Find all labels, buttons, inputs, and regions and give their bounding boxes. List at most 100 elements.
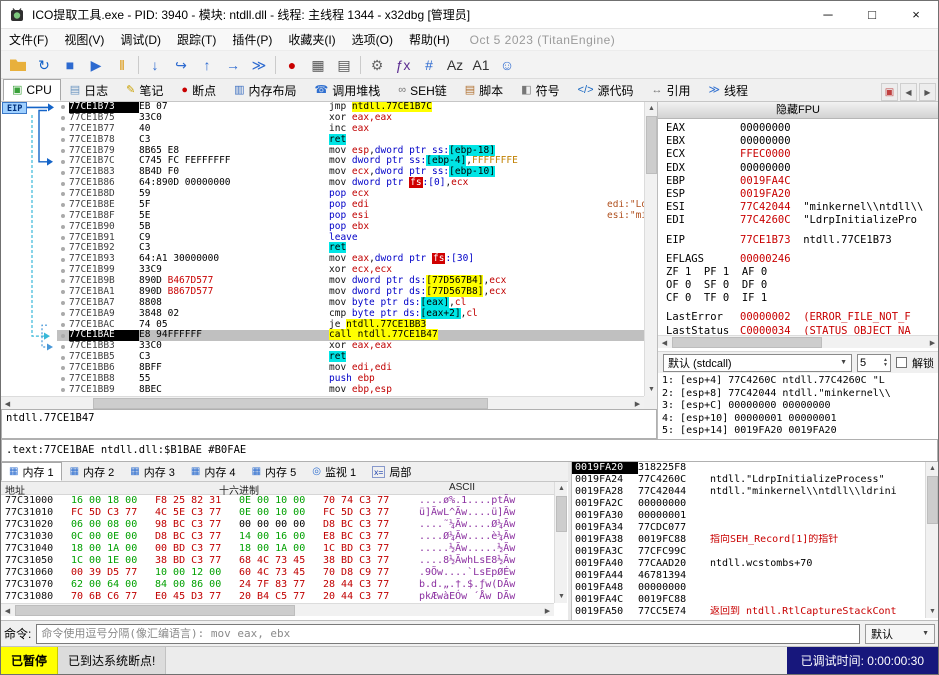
menu-help[interactable]: 帮助(H) — [401, 29, 458, 51]
step-into-button[interactable]: ↓ — [142, 53, 168, 77]
breakpoint-dot[interactable] — [57, 279, 69, 283]
register-row-edi[interactable]: EDI 77C4260C "LdrpInitializePro — [666, 214, 938, 227]
scroll-down-icon[interactable]: ▼ — [926, 605, 938, 618]
tab-scroll-right-button[interactable]: ▶ — [919, 83, 936, 101]
animate-button[interactable]: ≫ — [246, 53, 272, 77]
scroll-right-icon[interactable]: ▶ — [926, 336, 938, 349]
assembler-button[interactable]: A1 — [468, 53, 494, 77]
menu-debug[interactable]: 调试(D) — [112, 29, 169, 51]
title-bar[interactable]: ICO提取工具.exe - PID: 3940 - 模块: ntdll.dll … — [1, 1, 938, 29]
breakpoint-dot[interactable] — [57, 258, 69, 262]
stop-button[interactable]: ■ — [57, 53, 83, 77]
argument-row[interactable]: 5: [esp+14] 0019FA20 0019FA20 — [662, 425, 938, 438]
tab-script[interactable]: ▤ 脚本 — [456, 79, 512, 101]
breakpoint-dot[interactable] — [57, 160, 69, 164]
tab-breakpoints[interactable]: ● 断点 — [172, 79, 225, 101]
breakpoint-dot[interactable] — [57, 247, 69, 251]
breakpoint-dot[interactable] — [57, 269, 69, 273]
stack-row[interactable]: 0019FA44 46781394 — [572, 570, 926, 582]
dump-tab-dump4[interactable]: ▦ 内存 4 — [183, 462, 244, 481]
breakpoint-dot[interactable] — [57, 192, 69, 196]
breakpoint-dot[interactable] — [57, 182, 69, 186]
patches-button[interactable]: # — [416, 53, 442, 77]
maximize-button[interactable]: □ — [850, 1, 894, 29]
argument-row[interactable]: 1: [esp+4] 77C4260C ntdll.77C4260C "L — [662, 375, 938, 388]
tab-symbols[interactable]: ◧ 符号 — [512, 79, 568, 101]
breakpoint-dot[interactable] — [57, 225, 69, 229]
run-button[interactable]: ▶ — [83, 53, 109, 77]
tab-call-stack[interactable]: ☎ 调用堆栈 — [306, 79, 390, 101]
tab-source[interactable]: </> 源代码 — [569, 79, 643, 101]
tab-notes[interactable]: ✎ 笔记 — [117, 79, 172, 101]
command-convention-select[interactable]: 默认 ▼ — [865, 623, 935, 644]
calculator-button[interactable]: ƒx — [390, 53, 416, 77]
stack-row[interactable]: 0019FA38 0019FC88 指向SEH_Record[1]的指针 — [572, 534, 926, 546]
tab-scroll-left-button[interactable]: ◀ — [900, 83, 917, 101]
breakpoint-dot[interactable] — [57, 290, 69, 294]
tab-references[interactable]: ↔ 引用 — [643, 79, 700, 101]
breakpoint-dot[interactable] — [57, 138, 69, 142]
stack-row[interactable]: 0019FA50 77CC5E74 返回到 ntdll.RtlCaptureStac… — [572, 606, 926, 618]
register-row-eax[interactable]: EAX 00000000 — [666, 122, 938, 135]
tab-log[interactable]: ▤ 日志 — [61, 79, 117, 101]
dump-row[interactable]: 77C31080 70 6B C6 77 E0 45 D3 77 20 B4 C5 7… — [1, 591, 554, 603]
menu-options[interactable]: 选项(O) — [344, 29, 401, 51]
dump-vscrollbar[interactable]: ▲ ▼ — [554, 482, 567, 603]
calling-convention-select[interactable]: 默认 (stdcall) ▼ — [663, 353, 852, 372]
settings-button[interactable]: ⚙ — [364, 53, 390, 77]
strings-button[interactable]: Az — [442, 53, 468, 77]
scrollbar-thumb[interactable] — [672, 337, 822, 348]
registers-hscrollbar[interactable]: ◀ ▶ — [658, 335, 938, 349]
dump-row[interactable]: 77C31040 18 00 1A 00 00 BD C3 77 18 00 1A 0… — [1, 543, 554, 555]
scroll-down-icon[interactable]: ▼ — [555, 590, 568, 603]
dump-tab-dump5[interactable]: ▦ 内存 5 — [244, 462, 305, 481]
breakpoints-button[interactable]: ● — [279, 53, 305, 77]
register-row-laststatus[interactable]: LastStatus C0000034 (STATUS_OBJECT_NA — [666, 325, 938, 335]
dump-row[interactable]: 77C31000 16 00 18 00 F8 25 82 31 0E 00 10 0… — [1, 495, 554, 507]
arg-count-spinner[interactable]: 5 ▲ ▼ — [857, 353, 891, 372]
dump-tab-dump3[interactable]: ▦ 内存 3 — [122, 462, 183, 481]
dump-row[interactable]: 77C31050 1C 00 1E 00 38 BD C3 77 68 4C 73 4… — [1, 555, 554, 567]
dump-tab-dump2[interactable]: ▦ 内存 2 — [62, 462, 123, 481]
scroll-left-icon[interactable]: ◀ — [1, 604, 14, 617]
stack-row[interactable]: 0019FA34 77CDC077 — [572, 522, 926, 534]
stack-row[interactable]: 0019FA30 00000001 — [572, 510, 926, 522]
menu-plugins[interactable]: 插件(P) — [224, 29, 280, 51]
hide-fpu-button[interactable]: 隐藏FPU — [658, 102, 938, 119]
stack-row[interactable]: 0019FA2C 00000000 — [572, 498, 926, 510]
more-tabs-button[interactable]: ▣ — [881, 83, 898, 101]
dump-row[interactable]: 77C31070 62 00 64 00 84 00 86 00 24 7F 83 7… — [1, 579, 554, 591]
breakpoint-dot[interactable] — [57, 377, 69, 381]
step-out-button[interactable]: ↑ — [194, 53, 220, 77]
register-row-edx[interactable]: EDX 00000000 — [666, 162, 938, 175]
argument-row[interactable]: 3: [esp+C] 00000000 00000000 — [662, 400, 938, 413]
tab-cpu[interactable]: ▣ CPU — [3, 79, 61, 101]
breakpoint-dot[interactable] — [57, 116, 69, 120]
breakpoint-dot[interactable] — [57, 323, 69, 327]
argument-row[interactable]: 4: [esp+10] 00000001 00000001 — [662, 413, 938, 426]
run-to-cursor-button[interactable]: → — [220, 53, 246, 77]
tab-threads[interactable]: ≫ 线程 — [700, 79, 758, 101]
command-input[interactable] — [36, 623, 860, 644]
menu-file[interactable]: 文件(F) — [1, 29, 56, 51]
dump-hscrollbar[interactable]: ◀ ▶ — [1, 603, 554, 616]
scrollbar-thumb[interactable] — [556, 496, 567, 532]
scroll-up-icon[interactable]: ▲ — [926, 462, 938, 475]
memory-map-button[interactable]: ▦ — [305, 53, 331, 77]
breakpoint-dot[interactable] — [57, 312, 69, 316]
dump-row[interactable]: 77C31030 0C 00 0E 00 D8 BC C3 77 14 00 16 0… — [1, 531, 554, 543]
scrollbar-thumb[interactable] — [93, 398, 488, 409]
breakpoint-dot[interactable] — [57, 345, 69, 349]
restart-button[interactable]: ↻ — [31, 53, 57, 77]
menu-view[interactable]: 视图(V) — [56, 29, 112, 51]
breakpoint-dot[interactable] — [57, 214, 69, 218]
register-row-ebp[interactable]: EBP 0019FA4C — [666, 175, 938, 188]
spinner-arrows-icon[interactable]: ▲ ▼ — [883, 357, 888, 368]
unlock-checkbox[interactable] — [896, 357, 907, 368]
stack-rows[interactable]: 0019FA20 318225F8 0019FA24 77C4260C ntdll."L… — [572, 462, 926, 618]
breakpoint-dot[interactable] — [57, 105, 69, 109]
breakpoint-dot[interactable] — [57, 388, 69, 392]
disassembly-panel[interactable]: EIP 77CE1B73 EB 07 jmp ntdll.77CE1B7C 77CE1… — [1, 102, 644, 396]
breakpoint-dot[interactable] — [57, 301, 69, 305]
menu-favourites[interactable]: 收藏夹(I) — [280, 29, 343, 51]
